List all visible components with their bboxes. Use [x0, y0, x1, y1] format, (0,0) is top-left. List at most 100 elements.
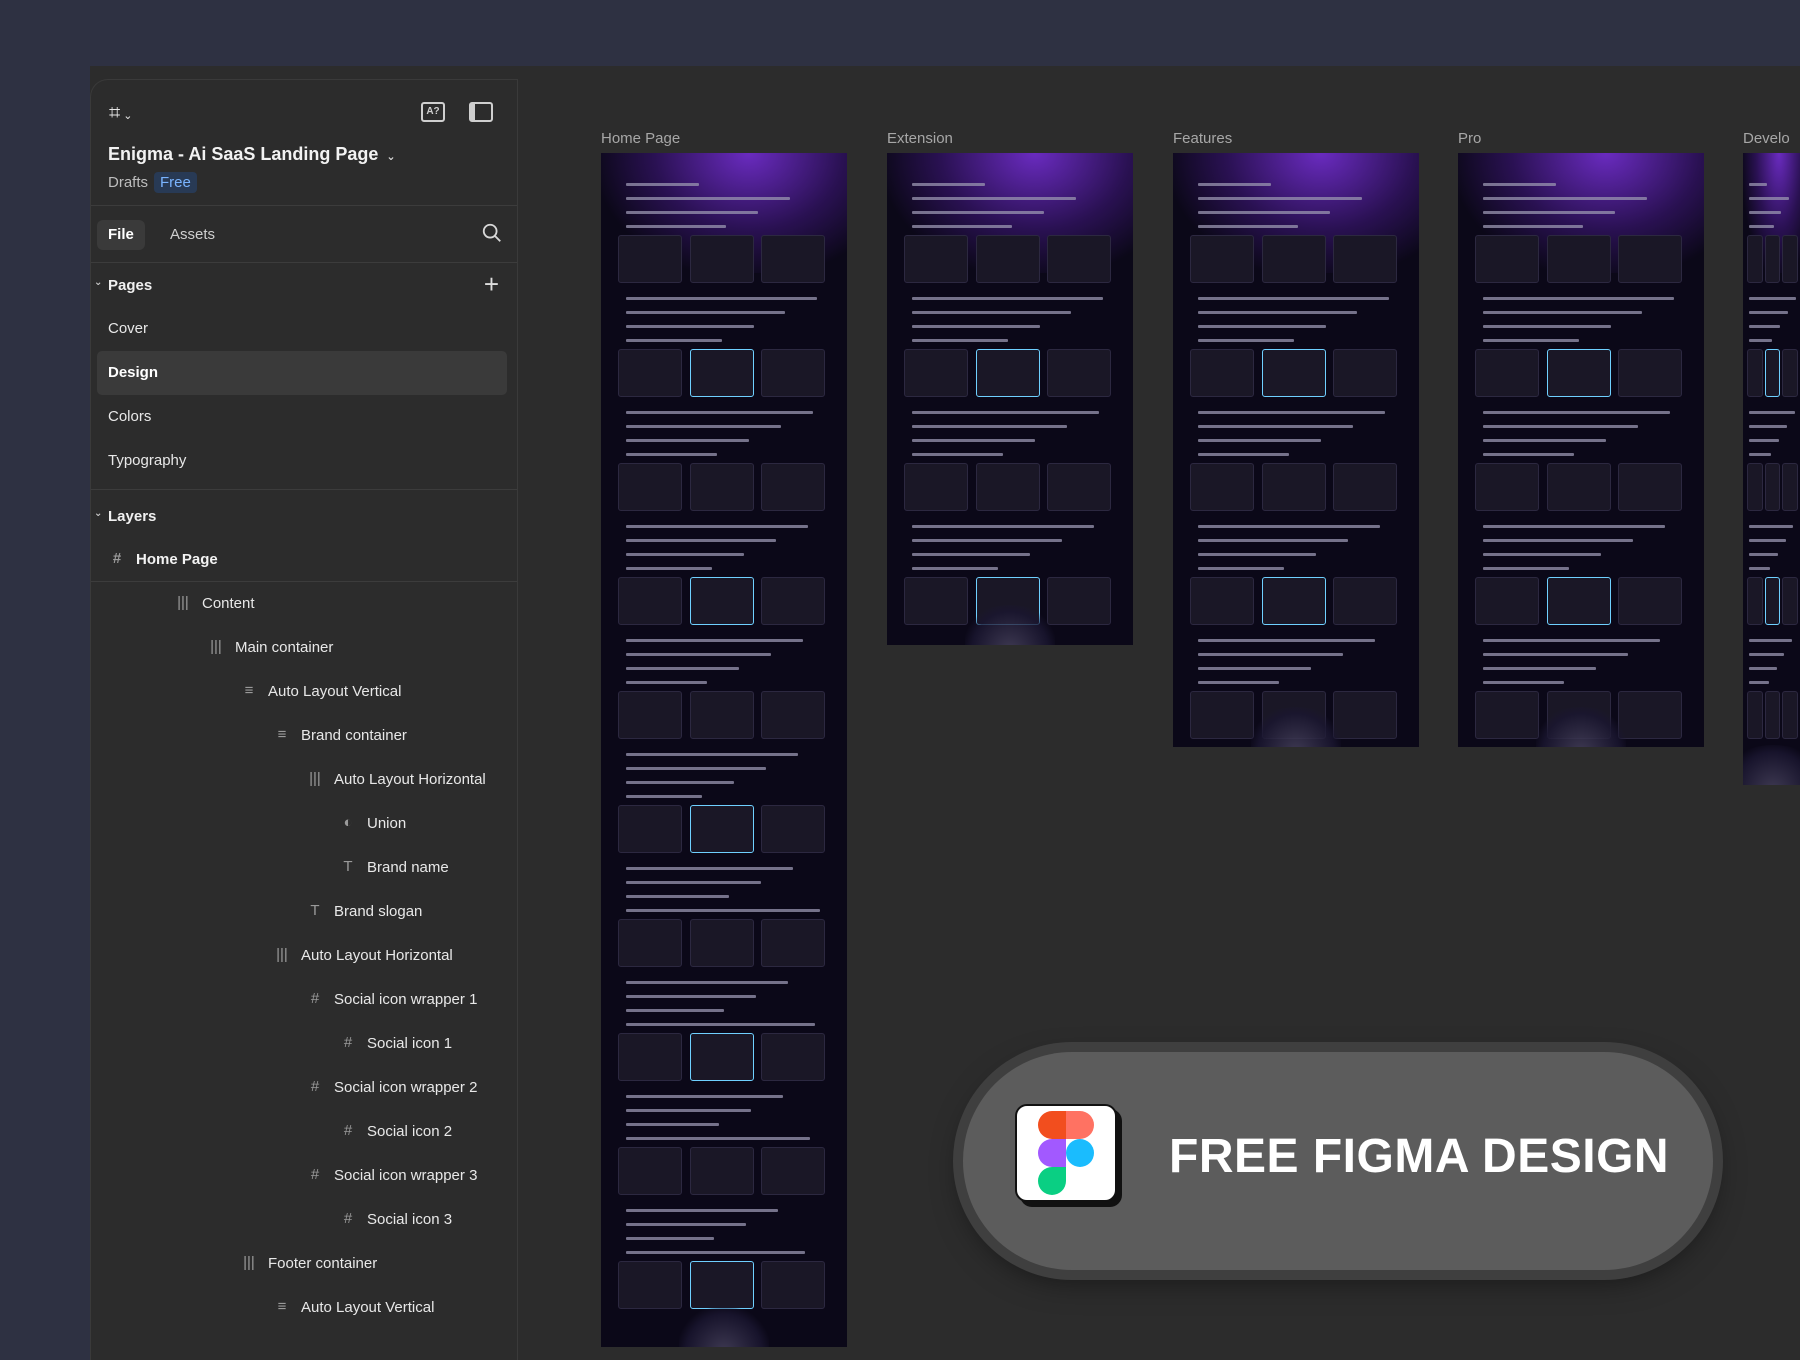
layer-row[interactable]: # Social icon 2	[91, 1110, 517, 1154]
thumbnail-text-line	[625, 981, 788, 984]
ai-icon[interactable]: A?	[421, 102, 445, 122]
layers-header[interactable]: ⌄ Layers	[91, 494, 517, 538]
frame-label-features[interactable]: Features	[1173, 130, 1232, 147]
layer-row[interactable]: # Social icon wrapper 1	[91, 978, 517, 1022]
page-colors[interactable]: Colors	[91, 395, 517, 439]
thumbnail-text-line	[625, 681, 707, 684]
frame-label-pro[interactable]: Pro	[1458, 130, 1481, 147]
auto-layout-horizontal-icon: |||	[210, 638, 222, 655]
thumbnail-text-line	[625, 1209, 779, 1212]
auto-layout-horizontal-icon: |||	[177, 594, 189, 611]
thumbnail-card	[1546, 349, 1611, 397]
chevron-down-icon: ⌄	[94, 508, 103, 519]
thumbnail-text-line	[911, 525, 1094, 528]
layer-row[interactable]: ||| Main container	[91, 626, 517, 670]
frame-label-develo[interactable]: Develo	[1743, 130, 1790, 147]
frame-develo[interactable]	[1743, 153, 1800, 785]
thumbnail-card	[1617, 691, 1682, 739]
page-cover[interactable]: Cover	[91, 307, 517, 351]
thumbnail-text-line	[625, 453, 717, 456]
thumbnail-text-line	[1482, 211, 1616, 214]
thumbnail-text-line	[625, 411, 813, 414]
thumbnail-text-line	[625, 1095, 784, 1098]
layer-list: # Home Page ||| Content ||| Main container ≡ Au…	[91, 538, 517, 1330]
frame-home-page[interactable]	[601, 153, 847, 1347]
frame-features[interactable]	[1173, 153, 1419, 747]
frame-extension[interactable]	[887, 153, 1133, 645]
thumbnail-card	[618, 805, 683, 853]
thumbnail-text-line	[625, 1223, 747, 1226]
add-page-icon[interactable]: +	[484, 269, 499, 300]
layer-row[interactable]: ||| Content	[91, 582, 517, 626]
thumbnail-card	[689, 463, 754, 511]
thumbnail-text-line	[1482, 667, 1596, 670]
thumbnail-text-line	[911, 325, 1040, 328]
page-design[interactable]: Design	[97, 351, 507, 395]
frame-icon: #	[343, 1210, 353, 1227]
pages-header[interactable]: ⌄ Pages +	[91, 263, 517, 307]
thumbnail-card	[1747, 349, 1763, 397]
thumbnail-card	[760, 805, 825, 853]
layer-row[interactable]: ||| Auto Layout Horizontal	[91, 934, 517, 978]
thumbnail-text-line	[1482, 425, 1638, 428]
thumbnail-card	[1747, 463, 1763, 511]
frame-label-home[interactable]: Home Page	[601, 130, 680, 147]
thumbnail-text-line	[625, 1009, 724, 1012]
chevron-down-icon[interactable]: ⌄	[386, 151, 395, 163]
thumbnail-text-line	[625, 867, 793, 870]
toggle-sidebar-icon[interactable]	[469, 102, 493, 122]
frame-pro[interactable]	[1458, 153, 1704, 747]
layer-row[interactable]: ◐ Union	[91, 802, 517, 846]
thumbnail-text-line	[625, 767, 766, 770]
file-location: Drafts Free	[108, 172, 197, 193]
layer-row[interactable]: ||| Auto Layout Horizontal	[91, 758, 517, 802]
auto-layout-horizontal-icon: |||	[276, 946, 288, 963]
thumbnail-text-line	[1482, 539, 1633, 542]
layer-label: Social icon 1	[367, 1035, 453, 1052]
thumbnail-text-line	[1482, 339, 1579, 342]
thumbnail-text-line	[1749, 425, 1787, 428]
thumbnail-card	[1546, 235, 1611, 283]
thumbnail-text-line	[625, 909, 820, 912]
tab-assets[interactable]: Assets	[159, 220, 226, 250]
layer-row[interactable]: ≡ Brand container	[91, 714, 517, 758]
thumbnail-card	[618, 919, 683, 967]
frame-label-extension[interactable]: Extension	[887, 130, 953, 147]
thumbnail-card	[1190, 349, 1255, 397]
thumbnail-card	[1617, 235, 1682, 283]
thumbnail-text-line	[625, 197, 791, 200]
page-typography[interactable]: Typography	[91, 439, 517, 483]
layer-row[interactable]: # Social icon wrapper 3	[91, 1154, 517, 1198]
boolean-union-icon: ◐	[343, 814, 353, 831]
thumbnail-card	[1782, 463, 1798, 511]
thumbnail-text-line	[1197, 183, 1272, 186]
auto-layout-horizontal-icon: |||	[309, 770, 321, 787]
thumbnail-card	[760, 577, 825, 625]
thumbnail-text-line	[1197, 553, 1316, 556]
thumbnail-text-line	[1197, 339, 1294, 342]
search-icon[interactable]	[481, 222, 503, 244]
thumbnail-text-line	[1749, 211, 1782, 214]
tab-file[interactable]: File	[97, 220, 145, 250]
layer-row[interactable]: # Social icon 1	[91, 1022, 517, 1066]
thumbnail-text-line	[1749, 653, 1785, 656]
layer-row[interactable]: # Home Page	[91, 538, 517, 582]
layer-row[interactable]: ≡ Auto Layout Vertical	[91, 670, 517, 714]
thumbnail-text-line	[911, 453, 1003, 456]
globe-graphic	[1743, 745, 1800, 785]
thumbnail-text-line	[625, 211, 759, 214]
thumbnail-card	[689, 577, 754, 625]
file-title[interactable]: Enigma - Ai SaaS Landing Page ⌄	[108, 144, 396, 165]
layer-row[interactable]: ≡ Auto Layout Vertical	[91, 1286, 517, 1330]
thumbnail-card	[689, 1033, 754, 1081]
figma-menu-icon[interactable]: ⌗ ⌄	[109, 102, 132, 125]
auto-layout-vertical-icon: ≡	[277, 1298, 287, 1315]
layer-row[interactable]: T Brand slogan	[91, 890, 517, 934]
layer-label: Home Page	[136, 551, 218, 568]
layer-row[interactable]: T Brand name	[91, 846, 517, 890]
thumbnail-card	[1747, 577, 1763, 625]
thumbnail-text-line	[1482, 325, 1611, 328]
layer-row[interactable]: # Social icon 3	[91, 1198, 517, 1242]
layer-row[interactable]: # Social icon wrapper 2	[91, 1066, 517, 1110]
layer-row[interactable]: ||| Footer container	[91, 1242, 517, 1286]
